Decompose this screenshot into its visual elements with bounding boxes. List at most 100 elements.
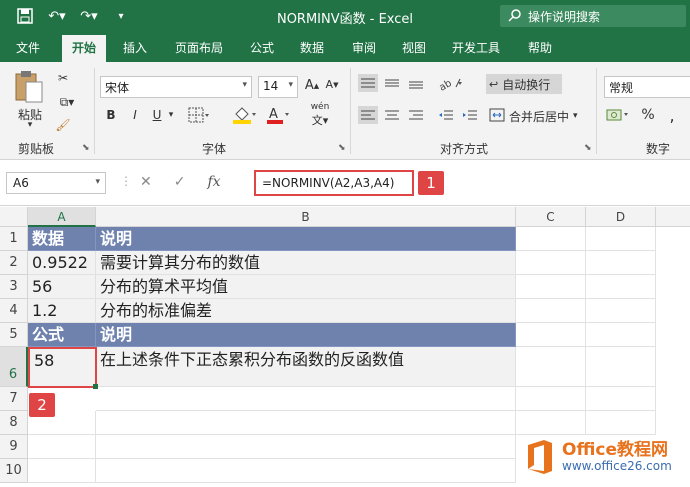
row-header-4[interactable]: 4 — [0, 299, 28, 323]
row-header-2[interactable]: 2 — [0, 251, 28, 275]
font-launcher-icon[interactable]: ⬊ — [338, 143, 346, 153]
cell-b10[interactable] — [96, 459, 516, 483]
cell-a9[interactable] — [28, 435, 96, 459]
tab-home[interactable]: 开始 — [62, 35, 107, 62]
cell-d7[interactable] — [586, 387, 656, 411]
cell-c5[interactable] — [516, 323, 586, 347]
borders-icon[interactable] — [186, 106, 212, 124]
cell-c2[interactable] — [516, 251, 586, 275]
align-right-icon[interactable] — [406, 106, 426, 124]
underline-button[interactable]: U — [150, 108, 164, 122]
save-icon[interactable] — [14, 6, 36, 26]
format-painter-icon[interactable]: 🖌 — [54, 117, 72, 133]
cell-a1[interactable]: 数据 — [28, 227, 96, 251]
cancel-icon[interactable]: ✕ — [140, 174, 152, 190]
comma-style-icon[interactable]: , — [664, 106, 680, 125]
tab-developer[interactable]: 开发工具 — [452, 39, 500, 56]
align-bottom-icon[interactable] — [406, 74, 426, 92]
cell-c3[interactable] — [516, 275, 586, 299]
cell-a6-selected[interactable]: 58 — [28, 347, 97, 388]
tab-data[interactable]: 数据 — [300, 39, 324, 56]
cell-b2[interactable]: 需要计算其分布的数值 — [96, 251, 516, 275]
cell-d3[interactable] — [586, 275, 656, 299]
select-all-corner[interactable] — [0, 207, 28, 227]
merge-center-button[interactable]: 合并后居中 ▾ — [486, 106, 594, 126]
row-header-7[interactable]: 7 — [0, 387, 28, 411]
cell-b9[interactable] — [96, 435, 516, 459]
enter-icon[interactable]: ✓ — [174, 174, 186, 190]
copy-icon[interactable]: ⧉▾ — [54, 94, 80, 110]
cell-d5[interactable] — [586, 323, 656, 347]
row-header-5[interactable]: 5 — [0, 323, 28, 347]
align-left-icon[interactable] — [358, 106, 378, 124]
align-center-icon[interactable] — [382, 106, 402, 124]
cell-c1[interactable] — [516, 227, 586, 251]
cell-a4[interactable]: 1.2 — [28, 299, 96, 323]
cell-c7[interactable] — [516, 387, 586, 411]
number-format-combo[interactable]: 常规 — [604, 76, 690, 98]
italic-button[interactable]: I — [128, 108, 142, 122]
row-header-3[interactable]: 3 — [0, 275, 28, 299]
cut-icon[interactable]: ✂ — [54, 70, 72, 86]
phonetic-guide-icon[interactable]: wén 文▾ — [308, 102, 332, 127]
cell-a2[interactable]: 0.9522 — [28, 251, 96, 275]
cell-d6[interactable] — [586, 347, 656, 387]
tab-help[interactable]: 帮助 — [528, 39, 552, 56]
cell-c4[interactable] — [516, 299, 586, 323]
tab-insert[interactable]: 插入 — [123, 39, 147, 56]
decrease-indent-icon[interactable] — [436, 106, 456, 124]
font-name-combo[interactable]: 宋体 ▾ — [100, 76, 252, 98]
cell-b8[interactable] — [96, 411, 516, 435]
column-header-c[interactable]: C — [516, 207, 586, 227]
row-header-6[interactable]: 6 — [0, 347, 28, 387]
cell-b4[interactable]: 分布的标准偏差 — [96, 299, 516, 323]
cell-b5[interactable]: 说明 — [96, 323, 516, 347]
row-header-1[interactable]: 1 — [0, 227, 28, 251]
undo-icon[interactable]: ↶▾ — [46, 6, 68, 26]
underline-dropdown-icon[interactable]: ▾ — [166, 110, 176, 120]
percent-style-button[interactable]: % — [640, 106, 656, 124]
increase-indent-icon[interactable] — [460, 106, 480, 124]
tab-view[interactable]: 视图 — [402, 39, 426, 56]
cell-b1[interactable]: 说明 — [96, 227, 516, 251]
cell-d2[interactable] — [586, 251, 656, 275]
row-header-9[interactable]: 9 — [0, 435, 28, 459]
redo-icon[interactable]: ↷▾ — [78, 6, 100, 26]
orientation-icon[interactable]: ab — [436, 74, 466, 92]
align-middle-icon[interactable] — [382, 74, 402, 92]
shrink-font-icon[interactable]: A ▼ — [324, 78, 340, 91]
paste-icon[interactable] — [14, 70, 44, 106]
row-header-8[interactable]: 8 — [0, 411, 28, 435]
tab-page-layout[interactable]: 页面布局 — [175, 39, 223, 56]
fill-color-icon[interactable] — [232, 106, 256, 124]
cell-a3[interactable]: 56 — [28, 275, 96, 299]
align-top-icon[interactable] — [358, 74, 378, 92]
cell-d4[interactable] — [586, 299, 656, 323]
cell-a5[interactable]: 公式 — [28, 323, 96, 347]
clipboard-launcher-icon[interactable]: ⬊ — [82, 143, 90, 153]
formula-input[interactable]: =NORMINV(A2,A3,A4) — [254, 170, 414, 196]
cell-c8[interactable] — [516, 411, 586, 435]
cell-b7[interactable] — [96, 387, 516, 411]
cell-b6[interactable]: 在上述条件下正态累积分布函数的反函数值 — [96, 347, 516, 387]
tab-review[interactable]: 审阅 — [352, 39, 376, 56]
alignment-launcher-icon[interactable]: ⬊ — [584, 143, 592, 153]
column-header-d[interactable]: D — [586, 207, 656, 227]
customize-qat-icon[interactable]: ▾ — [110, 6, 132, 26]
row-header-10[interactable]: 10 — [0, 459, 28, 483]
cell-d8[interactable] — [586, 411, 656, 435]
accounting-format-icon[interactable] — [604, 106, 634, 124]
cell-d1[interactable] — [586, 227, 656, 251]
font-color-icon[interactable]: A — [266, 106, 290, 124]
cell-a10[interactable] — [28, 459, 96, 483]
column-header-b[interactable]: B — [96, 207, 516, 227]
column-header-a[interactable]: A — [28, 207, 96, 227]
column-header-e[interactable] — [656, 207, 690, 227]
tab-file[interactable]: 文件 — [16, 39, 40, 56]
font-size-combo[interactable]: 14 ▾ — [258, 76, 298, 98]
wrap-text-button[interactable]: ↩ 自动换行 — [486, 74, 562, 94]
cell-b3[interactable]: 分布的算术平均值 — [96, 275, 516, 299]
cell-c6[interactable] — [516, 347, 586, 387]
tab-formulas[interactable]: 公式 — [250, 39, 274, 56]
paste-dropdown-icon[interactable]: ▾ — [22, 120, 38, 130]
